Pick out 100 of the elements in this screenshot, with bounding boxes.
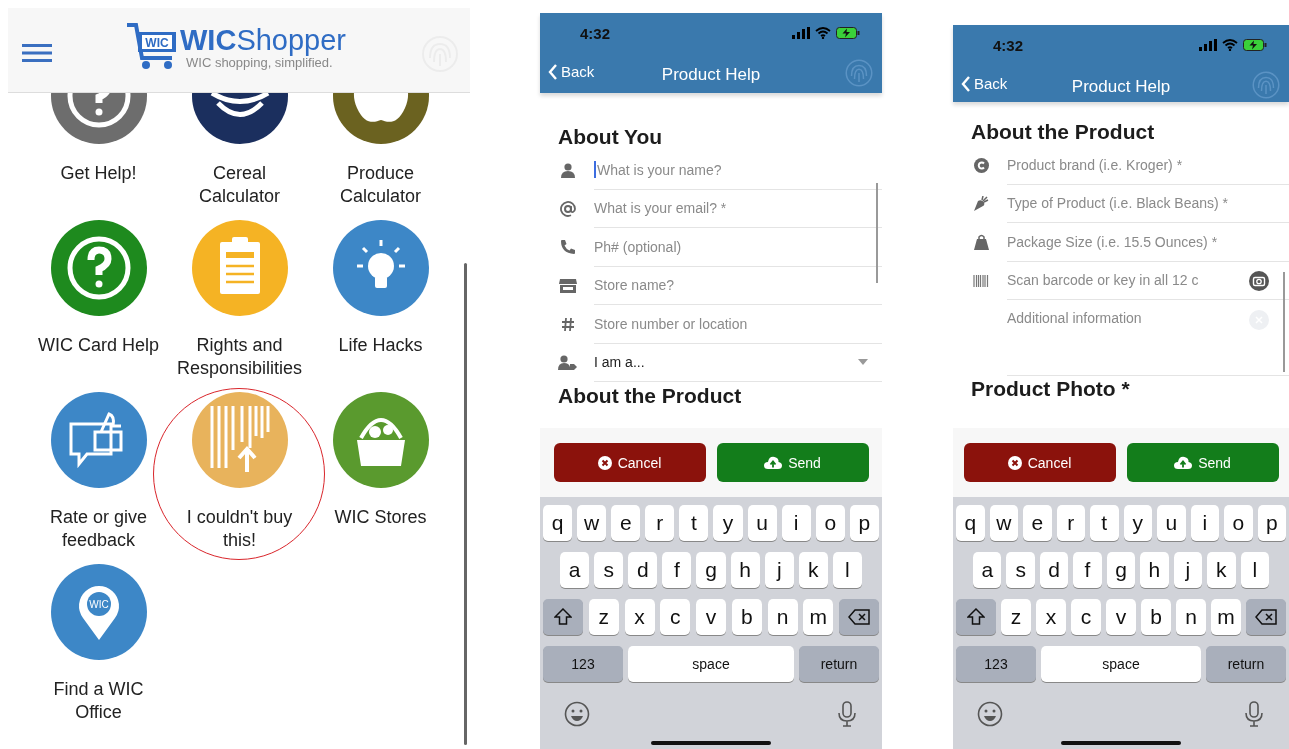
emoji-icon[interactable] bbox=[977, 701, 1003, 727]
keyboard-key[interactable]: d bbox=[628, 552, 658, 588]
keyboard-key[interactable]: j bbox=[1173, 552, 1203, 588]
barcode-tile-icon[interactable] bbox=[191, 392, 288, 488]
input-field[interactable]: Type of Product (i.e. Black Beans) * bbox=[1007, 184, 1289, 223]
keyboard-key[interactable]: y bbox=[1123, 505, 1152, 541]
keyboard-key[interactable]: s bbox=[594, 552, 624, 588]
keyboard-key[interactable]: g bbox=[696, 552, 726, 588]
select-field[interactable]: I am a... bbox=[594, 343, 882, 382]
keyboard-key[interactable]: i bbox=[1190, 505, 1219, 541]
tile-label[interactable]: WIC Card Help bbox=[38, 334, 159, 357]
back-button[interactable]: Back bbox=[548, 63, 595, 80]
keyboard-key[interactable]: space bbox=[628, 646, 794, 682]
keyboard-key[interactable]: return bbox=[799, 646, 879, 682]
send-button[interactable]: Send bbox=[1126, 443, 1279, 482]
keyboard-key[interactable]: b bbox=[731, 599, 762, 635]
bulb-tile-icon[interactable] bbox=[332, 220, 429, 316]
keyboard-key[interactable]: a bbox=[973, 552, 1002, 588]
keyboard-key[interactable]: p bbox=[849, 505, 879, 541]
keyboard-key[interactable]: v bbox=[696, 599, 726, 635]
tile-label[interactable]: Produce Calculator bbox=[318, 162, 443, 208]
keyboard-key[interactable]: n bbox=[1176, 599, 1206, 635]
tile-label[interactable]: Rate or give feedback bbox=[36, 506, 161, 552]
keyboard-key[interactable]: d bbox=[1039, 552, 1069, 588]
keyboard-key[interactable]: k bbox=[798, 552, 828, 588]
input-field[interactable]: Product brand (i.e. Kroger) * bbox=[1007, 146, 1289, 185]
input-field[interactable]: What is your name? bbox=[594, 151, 882, 190]
delete-key[interactable] bbox=[1246, 599, 1286, 635]
keyboard-key[interactable]: h bbox=[730, 552, 760, 588]
keyboard-key[interactable]: e bbox=[611, 505, 641, 541]
keyboard-key[interactable]: x bbox=[624, 599, 655, 635]
keyboard-key[interactable]: z bbox=[1001, 599, 1031, 635]
thumbs-tile-icon[interactable] bbox=[50, 392, 147, 488]
pin-tile-icon[interactable]: WIC bbox=[50, 564, 147, 660]
input-field[interactable]: What is your email? * bbox=[594, 189, 882, 228]
input-field[interactable]: Package Size (i.e. 15.5 Ounces) * bbox=[1007, 223, 1289, 262]
shift-key[interactable] bbox=[543, 599, 583, 635]
tile-label[interactable]: WIC Stores bbox=[334, 506, 427, 529]
keyboard-key[interactable]: f bbox=[1073, 552, 1102, 588]
keyboard-key[interactable]: o bbox=[1224, 505, 1253, 541]
keyboard-key[interactable]: r bbox=[645, 505, 675, 541]
keyboard-key[interactable]: x bbox=[1036, 599, 1066, 635]
keyboard-key[interactable]: e bbox=[1023, 505, 1052, 541]
input-field[interactable]: Store name? bbox=[594, 266, 882, 305]
keyboard-key[interactable]: z bbox=[588, 599, 619, 635]
keyboard-key[interactable]: o bbox=[815, 505, 845, 541]
question-tile-icon[interactable] bbox=[50, 220, 147, 316]
camera-button[interactable] bbox=[1249, 270, 1269, 291]
keyboard-key[interactable]: 123 bbox=[543, 646, 623, 682]
keyboard-key[interactable]: space bbox=[1041, 646, 1201, 682]
keyboard-key[interactable]: p bbox=[1257, 505, 1286, 541]
keyboard-key[interactable]: q bbox=[543, 505, 573, 541]
keyboard-key[interactable]: r bbox=[1056, 505, 1085, 541]
delete-key[interactable] bbox=[839, 599, 879, 635]
back-button[interactable]: Back bbox=[961, 75, 1008, 92]
tile-label[interactable]: Cereal Calculator bbox=[177, 162, 302, 208]
microphone-icon[interactable] bbox=[1245, 701, 1263, 727]
keyboard-key[interactable]: return bbox=[1206, 646, 1286, 682]
basket-tile-icon[interactable] bbox=[332, 392, 429, 488]
keyboard-key[interactable]: g bbox=[1106, 552, 1136, 588]
keyboard-key[interactable]: l bbox=[1240, 552, 1269, 588]
keyboard-key[interactable]: t bbox=[1090, 505, 1119, 541]
tile-label[interactable]: Find a WIC Office bbox=[36, 678, 161, 724]
keyboard-key[interactable]: m bbox=[1211, 599, 1241, 635]
keyboard-key[interactable]: c bbox=[1071, 599, 1101, 635]
tile-label[interactable]: Rights and Responsibilities bbox=[177, 334, 302, 380]
tile-label[interactable]: Life Hacks bbox=[338, 334, 423, 357]
keyboard-key[interactable]: t bbox=[679, 505, 709, 541]
keyboard-key[interactable]: s bbox=[1006, 552, 1035, 588]
keyboard-key[interactable]: f bbox=[662, 552, 692, 588]
keyboard-key[interactable]: v bbox=[1106, 599, 1136, 635]
menu-icon[interactable] bbox=[22, 44, 52, 62]
shift-key[interactable] bbox=[956, 599, 996, 635]
keyboard-key[interactable]: w bbox=[577, 505, 607, 541]
keyboard-key[interactable]: h bbox=[1140, 552, 1169, 588]
send-button[interactable]: Send bbox=[716, 443, 869, 482]
keyboard-key[interactable]: k bbox=[1207, 552, 1236, 588]
microphone-icon[interactable] bbox=[838, 701, 856, 727]
keyboard-key[interactable]: l bbox=[832, 552, 862, 588]
cancel-button[interactable]: Cancel bbox=[553, 443, 706, 482]
tile-label[interactable]: Get Help! bbox=[60, 162, 137, 185]
keyboard-key[interactable]: u bbox=[747, 505, 777, 541]
keyboard-key[interactable]: c bbox=[660, 599, 691, 635]
input-field[interactable]: Store number or location bbox=[594, 305, 882, 344]
emoji-icon[interactable] bbox=[564, 701, 590, 727]
keyboard-key[interactable]: m bbox=[803, 599, 834, 635]
keyboard-key[interactable]: 123 bbox=[956, 646, 1036, 682]
keyboard-key[interactable]: i bbox=[781, 505, 811, 541]
keyboard-key[interactable]: w bbox=[989, 505, 1018, 541]
clipboard-tile-icon[interactable] bbox=[191, 220, 288, 316]
keyboard-key[interactable]: u bbox=[1157, 505, 1186, 541]
tile-label[interactable]: I couldn't buy this! bbox=[177, 506, 302, 552]
cancel-button[interactable]: Cancel bbox=[963, 443, 1116, 482]
keyboard-key[interactable]: n bbox=[767, 599, 798, 635]
input-field[interactable]: Ph# (optional) bbox=[594, 228, 882, 267]
keyboard-key[interactable]: b bbox=[1141, 599, 1171, 635]
keyboard-key[interactable]: a bbox=[560, 552, 590, 588]
keyboard-key[interactable]: q bbox=[956, 505, 985, 541]
keyboard-key[interactable]: y bbox=[713, 505, 743, 541]
keyboard-key[interactable]: j bbox=[764, 552, 794, 588]
